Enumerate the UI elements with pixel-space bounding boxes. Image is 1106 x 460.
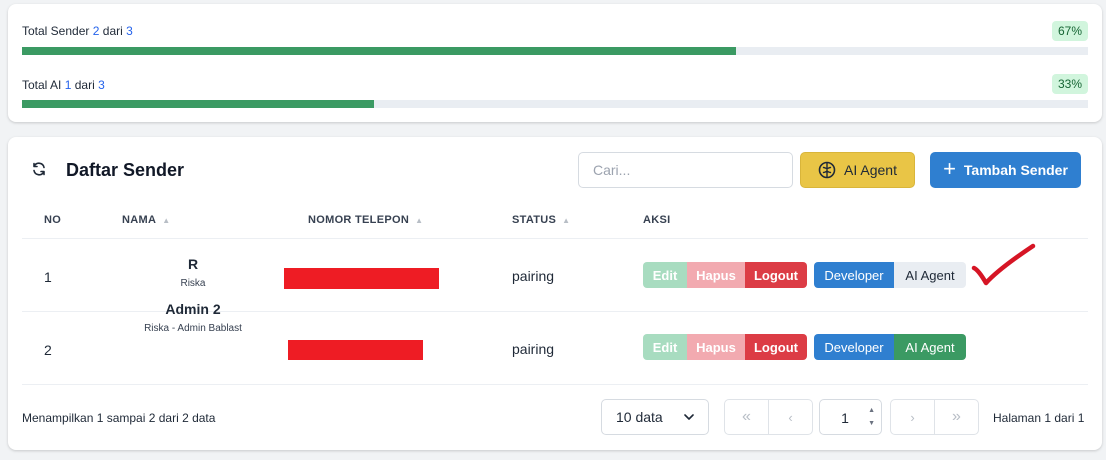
name-cell: Admin 2 Riska - Admin Bablast xyxy=(144,301,242,334)
spinner-arrows-icon[interactable]: ▲ ▼ xyxy=(868,404,875,430)
sort-icon: ▲ xyxy=(162,216,171,225)
add-sender-button[interactable]: + Tambah Sender xyxy=(930,152,1081,188)
chevron-down-icon xyxy=(684,414,694,420)
delete-button[interactable]: Hapus xyxy=(687,262,745,288)
page-indicator: Halaman 1 dari 1 xyxy=(993,411,1085,425)
sort-icon: ▲ xyxy=(562,216,571,225)
column-header-aksi: AKSI xyxy=(643,214,671,226)
edit-button[interactable]: Edit xyxy=(643,334,687,360)
plus-icon: + xyxy=(943,156,956,181)
logout-button[interactable]: Logout xyxy=(745,262,807,288)
progress-track xyxy=(22,47,1088,55)
stats-card: Total Sender 2 dari 3 67% Total AI 1 dar… xyxy=(8,4,1102,122)
cell-status: pairing xyxy=(512,268,555,284)
cell-no: 2 xyxy=(44,342,52,358)
edit-button[interactable]: Edit xyxy=(643,262,687,288)
delete-button[interactable]: Hapus xyxy=(687,334,745,360)
search-input[interactable] xyxy=(578,152,793,188)
logout-button[interactable]: Logout xyxy=(745,334,807,360)
checkmark-annotation-icon xyxy=(971,243,1036,286)
developer-button[interactable]: Developer xyxy=(814,334,894,360)
redacted-phone xyxy=(284,268,439,289)
column-header-nama[interactable]: NAMA ▲ xyxy=(122,214,170,226)
row-divider xyxy=(22,238,1088,239)
prev-page-button[interactable]: ‹ xyxy=(768,399,813,435)
pagination-summary: Menampilkan 1 sampai 2 dari 2 data xyxy=(22,411,216,425)
column-header-nomor-telepon[interactable]: NOMOR TELEPON ▲ xyxy=(308,214,423,226)
page-number-input[interactable]: 1 ▲ ▼ xyxy=(819,399,882,435)
column-header-no: NO xyxy=(44,214,62,226)
last-page-button[interactable]: » xyxy=(934,399,979,435)
percent-badge: 33% xyxy=(1051,74,1088,94)
brain-icon xyxy=(818,161,836,179)
redacted-phone xyxy=(288,340,423,360)
progress-track xyxy=(22,100,1088,108)
sender-table-card: Daftar Sender AI Agent + Tambah Sender N… xyxy=(8,137,1102,450)
chevron-right-icon: › xyxy=(910,409,915,425)
chevron-left-icon: ‹ xyxy=(788,409,793,425)
ai-agent-button[interactable]: AI Agent xyxy=(800,152,915,188)
sort-icon: ▲ xyxy=(415,216,424,225)
row-divider xyxy=(22,384,1088,385)
page-title: Daftar Sender xyxy=(66,160,185,180)
stat-label: Total AI 1 dari 3 xyxy=(22,78,105,92)
progress-fill xyxy=(22,100,374,108)
percent-badge: 67% xyxy=(1051,21,1088,41)
cell-no: 1 xyxy=(44,269,52,285)
next-page-button[interactable]: › xyxy=(890,399,935,435)
column-header-status[interactable]: STATUS ▲ xyxy=(512,214,570,226)
first-page-button[interactable]: « xyxy=(724,399,769,435)
double-chevron-right-icon: » xyxy=(952,408,961,425)
per-page-select[interactable]: 10 data xyxy=(601,399,709,435)
ai-agent-toggle[interactable]: AI Agent xyxy=(894,262,966,288)
stat-label: Total Sender 2 dari 3 xyxy=(22,24,133,38)
refresh-icon[interactable] xyxy=(31,161,47,177)
cell-nama: R Riska xyxy=(180,256,206,289)
cell-status: pairing xyxy=(512,341,555,357)
ai-agent-toggle[interactable]: AI Agent xyxy=(894,334,966,360)
progress-fill xyxy=(22,47,737,55)
developer-button[interactable]: Developer xyxy=(814,262,894,288)
double-chevron-left-icon: « xyxy=(742,408,751,425)
